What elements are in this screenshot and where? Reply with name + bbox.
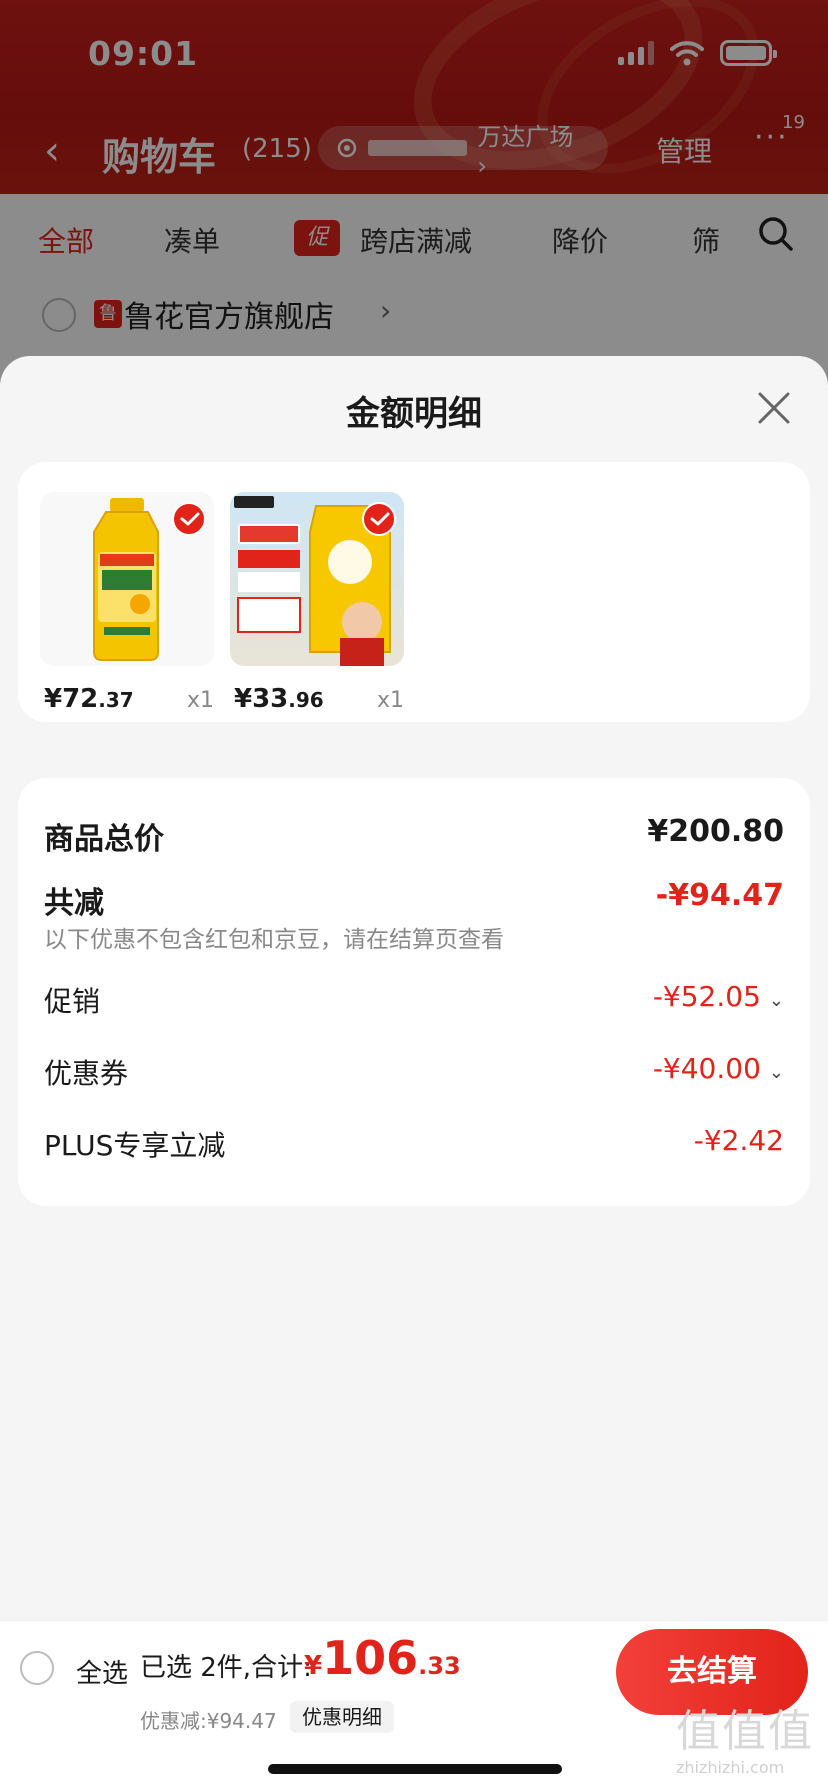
- product-quantity: x1: [376, 688, 404, 713]
- amount-detail-sheet: 金额明细 ¥72.37 x1 ¥33.96 x1 商品总价 ¥200.80 共减…: [0, 356, 828, 1620]
- product-quantity: x1: [186, 688, 214, 713]
- product-price: ¥72.37: [44, 684, 134, 714]
- site-watermark: 值值值 zhizhizhi.com: [676, 1706, 826, 1792]
- chevron-down-icon: ⌄: [768, 990, 784, 1011]
- promotion-label: 促销: [44, 985, 101, 1018]
- select-all-radio[interactable]: [20, 1651, 54, 1685]
- selected-check-icon[interactable]: [362, 502, 396, 536]
- close-icon[interactable]: [756, 390, 792, 426]
- product-item[interactable]: ¥33.96 x1: [230, 492, 404, 714]
- coupon-value: -¥40.00: [652, 1052, 761, 1085]
- total-price-label: 商品总价: [44, 822, 164, 857]
- total-price-value: ¥200.80: [647, 814, 784, 849]
- selected-check-icon[interactable]: [172, 502, 206, 536]
- plus-discount-label: PLUS专享立减: [44, 1129, 226, 1162]
- price-summary-card: 商品总价 ¥200.80 共减 -¥94.47 以下优惠不包含红包和京豆，请在结…: [18, 778, 810, 1206]
- chevron-down-icon: ⌄: [768, 1062, 784, 1083]
- discount-detail-button[interactable]: 优惠明细: [290, 1701, 394, 1733]
- coupon-label: 优惠券: [44, 1057, 129, 1090]
- total-discount-label: 共减: [44, 886, 104, 921]
- selected-products-card: ¥72.37 x1 ¥33.96 x1: [18, 462, 810, 722]
- selected-count: 已选 2件,合计:: [140, 1653, 312, 1683]
- product-price: ¥33.96: [234, 684, 324, 714]
- product-item[interactable]: ¥72.37 x1: [40, 492, 214, 714]
- select-all-label[interactable]: 全选: [76, 1653, 128, 1690]
- watermark-logo: 值值值: [676, 1706, 814, 1757]
- sheet-title: 金额明细: [346, 394, 482, 434]
- saved-amount: 优惠减:¥94.47: [140, 1709, 277, 1733]
- plus-discount-value: -¥2.42: [693, 1124, 784, 1157]
- total-discount-value: -¥94.47: [655, 878, 784, 913]
- promotion-value-wrap: -¥52.05 ⌄: [653, 980, 784, 1013]
- checkout-button[interactable]: 去结算: [616, 1629, 808, 1715]
- watermark-url: zhizhizhi.com: [676, 1758, 785, 1777]
- home-indicator[interactable]: [268, 1764, 562, 1774]
- discount-note: 以下优惠不包含红包和京豆，请在结算页查看: [44, 927, 504, 953]
- total-amount: ¥106.33: [304, 1631, 461, 1685]
- promotion-value: -¥52.05: [652, 980, 761, 1013]
- coupon-value-wrap: -¥40.00 ⌄: [653, 1052, 784, 1085]
